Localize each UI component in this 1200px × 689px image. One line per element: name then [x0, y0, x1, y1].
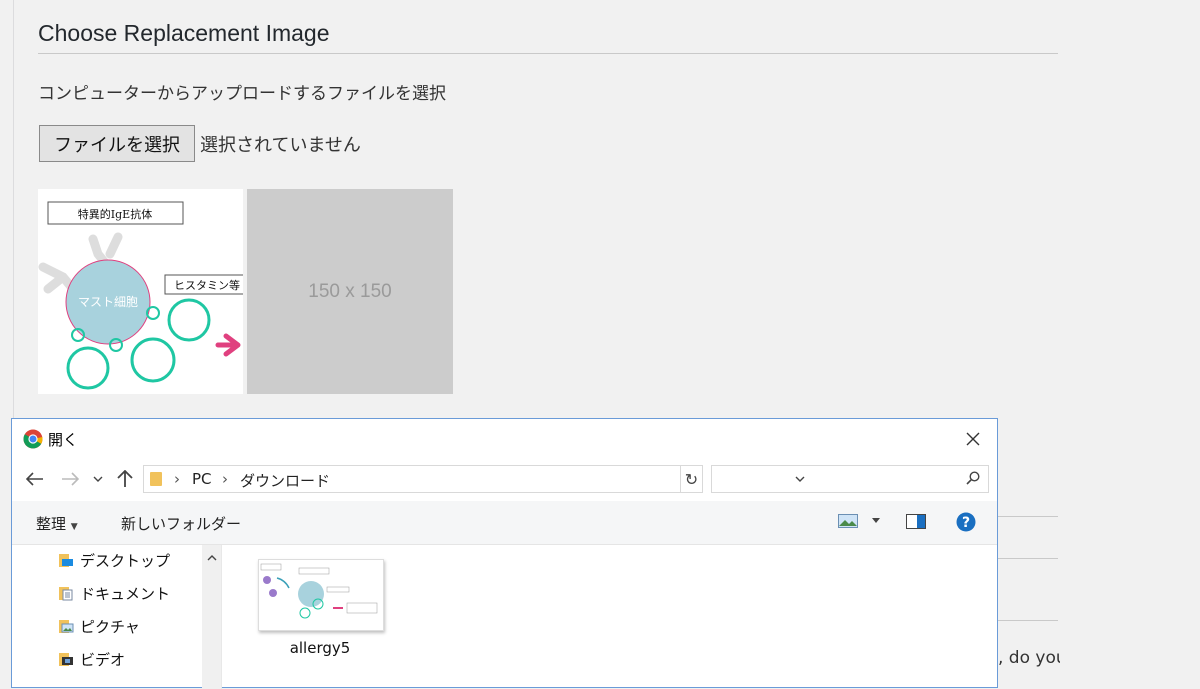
sidebar-item-label: デスクトップ: [80, 551, 171, 570]
background-text-fragment: , do you: [998, 648, 1060, 668]
search-input[interactable]: [711, 465, 989, 493]
up-button[interactable]: [114, 467, 136, 491]
page-title: Choose Replacement Image: [38, 20, 330, 46]
forward-arrow-icon: [62, 472, 79, 486]
breadcrumb-pc[interactable]: PC: [192, 470, 212, 488]
title-divider: [38, 53, 1058, 54]
sidebar-item-label: ドキュメント: [80, 584, 171, 603]
background-divider: [998, 516, 1058, 517]
mast-cell-label: マスト細胞: [78, 295, 138, 309]
new-folder-button[interactable]: 新しいフォルダー: [121, 513, 241, 534]
forward-button[interactable]: [59, 467, 81, 491]
dialog-titlebar[interactable]: 開く: [12, 419, 997, 459]
navigation-pane: デスクトップ ドキュメント ピクチャ ビデオ: [12, 545, 202, 689]
file-thumbnail: [258, 559, 384, 631]
placeholder-thumbnail[interactable]: 150 x 150: [247, 189, 453, 394]
sidebar-item-label: ピクチャ: [80, 617, 140, 636]
dialog-toolbar: 整理 ▼ 新しいフォルダー ?: [12, 501, 997, 545]
chevron-down-icon: [93, 476, 103, 482]
sidebar-item-pictures[interactable]: ピクチャ: [58, 615, 140, 637]
allergy-diagram-thumbnail: [260, 563, 378, 619]
file-name: allergy5: [289, 639, 351, 657]
folder-icon: [150, 472, 162, 486]
background-divider: [998, 558, 1058, 559]
sidebar-item-label: ビデオ: [80, 650, 126, 669]
dialog-title: 開く: [48, 431, 79, 449]
videos-folder-icon: [58, 651, 74, 667]
open-file-dialog: 開く › PC › ダウンロード ↻ 整理 ▼ 新しいフォルダー ? デスクトッ…: [11, 418, 998, 689]
sidebar-item-videos[interactable]: ビデオ: [58, 648, 125, 670]
refresh-icon: ↻: [684, 469, 699, 489]
address-bar[interactable]: › PC › ダウンロード: [143, 465, 805, 493]
back-button[interactable]: [24, 467, 46, 491]
help-icon: ?: [956, 512, 976, 532]
organize-label: 整理: [36, 515, 67, 533]
close-icon: [966, 432, 980, 446]
svg-text:?: ?: [962, 515, 970, 531]
close-button[interactable]: [959, 425, 987, 453]
desktop-folder-icon: [58, 552, 74, 568]
file-list-area: allergy5: [228, 545, 997, 689]
preview-pane-button[interactable]: [906, 514, 926, 534]
pictures-folder-icon: [58, 618, 74, 634]
organize-menu[interactable]: 整理 ▼: [36, 513, 78, 534]
documents-folder-icon: [58, 585, 74, 601]
breadcrumb-separator: ›: [174, 470, 180, 488]
up-arrow-icon: [117, 470, 133, 487]
refresh-button[interactable]: ↻: [681, 465, 703, 493]
back-arrow-icon: [26, 472, 43, 486]
chevron-down-icon: ▼: [70, 522, 78, 532]
current-image-thumbnail[interactable]: 特異的IgE抗体 マスト細胞 ヒスタミン等: [38, 189, 243, 394]
igE-label: 特異的IgE抗体: [78, 207, 152, 221]
background-divider: [998, 620, 1058, 621]
view-icon: [838, 514, 858, 528]
sidebar-item-desktop[interactable]: デスクトップ: [58, 549, 170, 571]
search-icon: [966, 471, 980, 485]
file-status-text: 選択されていません: [200, 135, 361, 156]
breadcrumb-downloads[interactable]: ダウンロード: [240, 470, 330, 491]
breadcrumb-separator: ›: [222, 470, 228, 488]
chrome-icon: [23, 429, 43, 449]
chevron-down-icon: [872, 518, 880, 523]
choose-file-button[interactable]: ファイルを選択: [39, 125, 195, 162]
preview-pane-icon: [906, 514, 926, 529]
chevron-up-icon: [207, 555, 217, 561]
navigation-bar: › PC › ダウンロード ↻: [12, 459, 997, 501]
mast-cell-illustration: 特異的IgE抗体 マスト細胞 ヒスタミン等: [38, 201, 243, 390]
recent-locations-button[interactable]: [91, 467, 105, 491]
sidebar-item-documents[interactable]: ドキュメント: [58, 582, 170, 604]
navigation-scrollbar[interactable]: [202, 545, 222, 689]
histamine-label: ヒスタミン等: [174, 278, 240, 292]
upload-instruction: コンピューターからアップロードするファイルを選択: [38, 84, 446, 104]
view-options-button[interactable]: [838, 514, 880, 528]
help-button[interactable]: ?: [956, 512, 976, 536]
